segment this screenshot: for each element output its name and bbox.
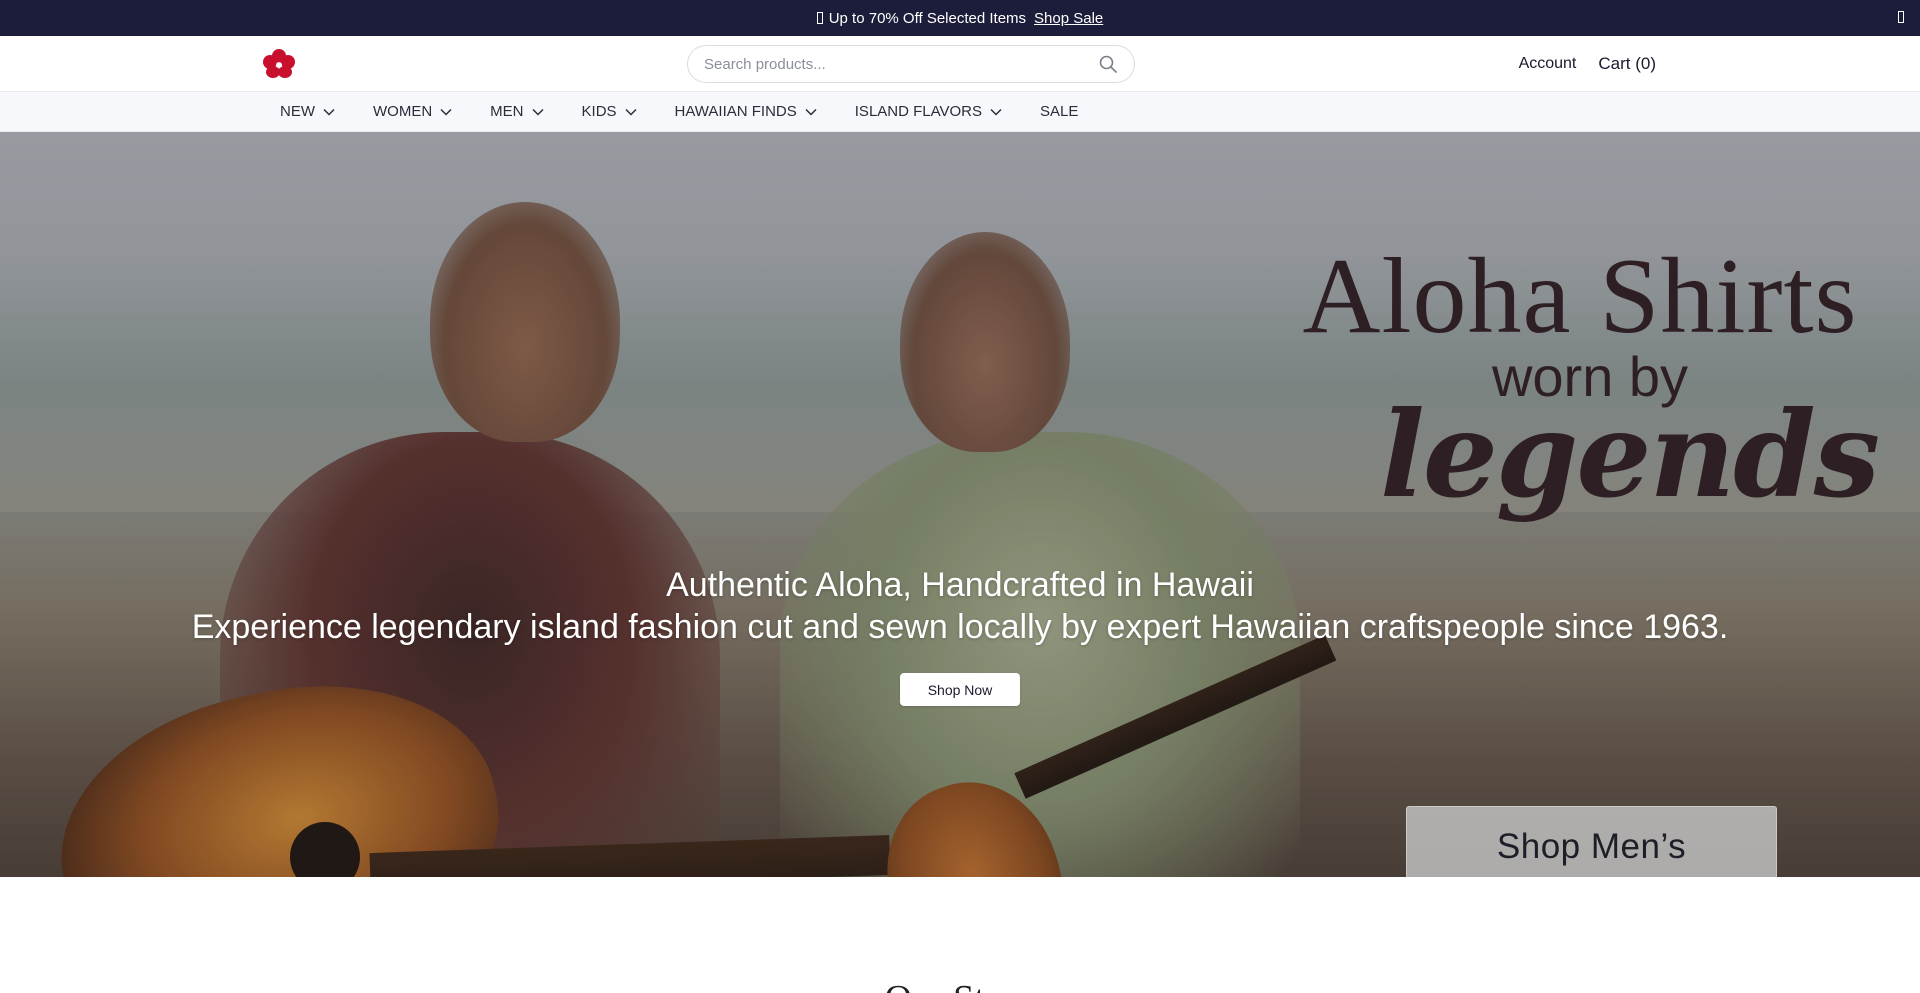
nav-item-men[interactable]: MEN [490,103,544,120]
chevron-down-icon [805,108,817,116]
chevron-down-icon [323,108,335,116]
hero-banner: Aloha Shirts worn by legends Authentic A… [0,132,1920,877]
hero-headline: Authentic Aloha, Handcrafted in Hawaii [666,566,1254,604]
nav-item-women[interactable]: WOMEN [373,103,452,120]
chevron-down-icon [990,108,1002,116]
nav-item-label: SALE [1040,103,1079,120]
shop-sale-link[interactable]: Shop Sale [1034,10,1103,27]
hero-brand-lockup: Aloha Shirts worn by legends [1300,237,1880,572]
hero-logo-line3: legends [1380,385,1880,524]
brand-logo[interactable] [262,49,296,79]
search-box [687,45,1135,83]
tag-icon [816,12,823,24]
nav-item-label: HAWAIIAN FINDS [674,103,797,120]
hero-subheadline: Experience legendary island fashion cut … [191,608,1729,646]
hibiscus-logo-icon [263,49,295,78]
shop-now-button[interactable]: Shop Now [900,673,1020,706]
nav-item-label: ISLAND FLAVORS [854,103,983,120]
hero-text: Authentic Aloha, Handcrafted in Hawaii E… [0,564,1920,648]
cart-link[interactable]: Cart (0) [1598,54,1656,74]
nav-item-label: WOMEN [373,103,433,120]
nav-item-label: NEW [280,103,315,120]
account-link[interactable]: Account [1519,55,1577,73]
search-icon[interactable] [1098,54,1118,74]
shop-mens-button[interactable]: Shop Men’s [1406,806,1777,877]
nav-item-new[interactable]: NEW [280,103,335,120]
nav-item-label: KIDS [581,103,617,120]
site-header: Account Cart (0) [0,36,1920,92]
close-icon[interactable] [1898,11,1904,23]
hero-logo-line1: Aloha Shirts [1302,237,1858,356]
chevron-down-icon [440,108,452,116]
nav-item-kids[interactable]: KIDS [582,103,637,120]
header-actions: Account Cart (0) [1519,36,1656,92]
nav-item-hawaiian-finds[interactable]: HAWAIIAN FINDS [675,103,817,120]
our-story-section: Our Story [0,877,1920,993]
nav-item-sale[interactable]: SALE [1040,103,1078,120]
section-title: Our Story [0,977,1920,993]
announcement-text: Up to 70% Off Selected Items [828,9,1027,27]
main-nav: NEW WOMEN MEN KIDS HAWAIIAN FINDS ISLAND… [0,92,1920,132]
chevron-down-icon [625,108,637,116]
search-input[interactable] [704,55,1098,73]
announcement-bar: Up to 70% Off Selected Items Shop Sale [0,0,1920,36]
nav-item-island-flavors[interactable]: ISLAND FLAVORS [855,103,1002,120]
nav-item-label: MEN [490,103,524,120]
chevron-down-icon [531,108,544,116]
